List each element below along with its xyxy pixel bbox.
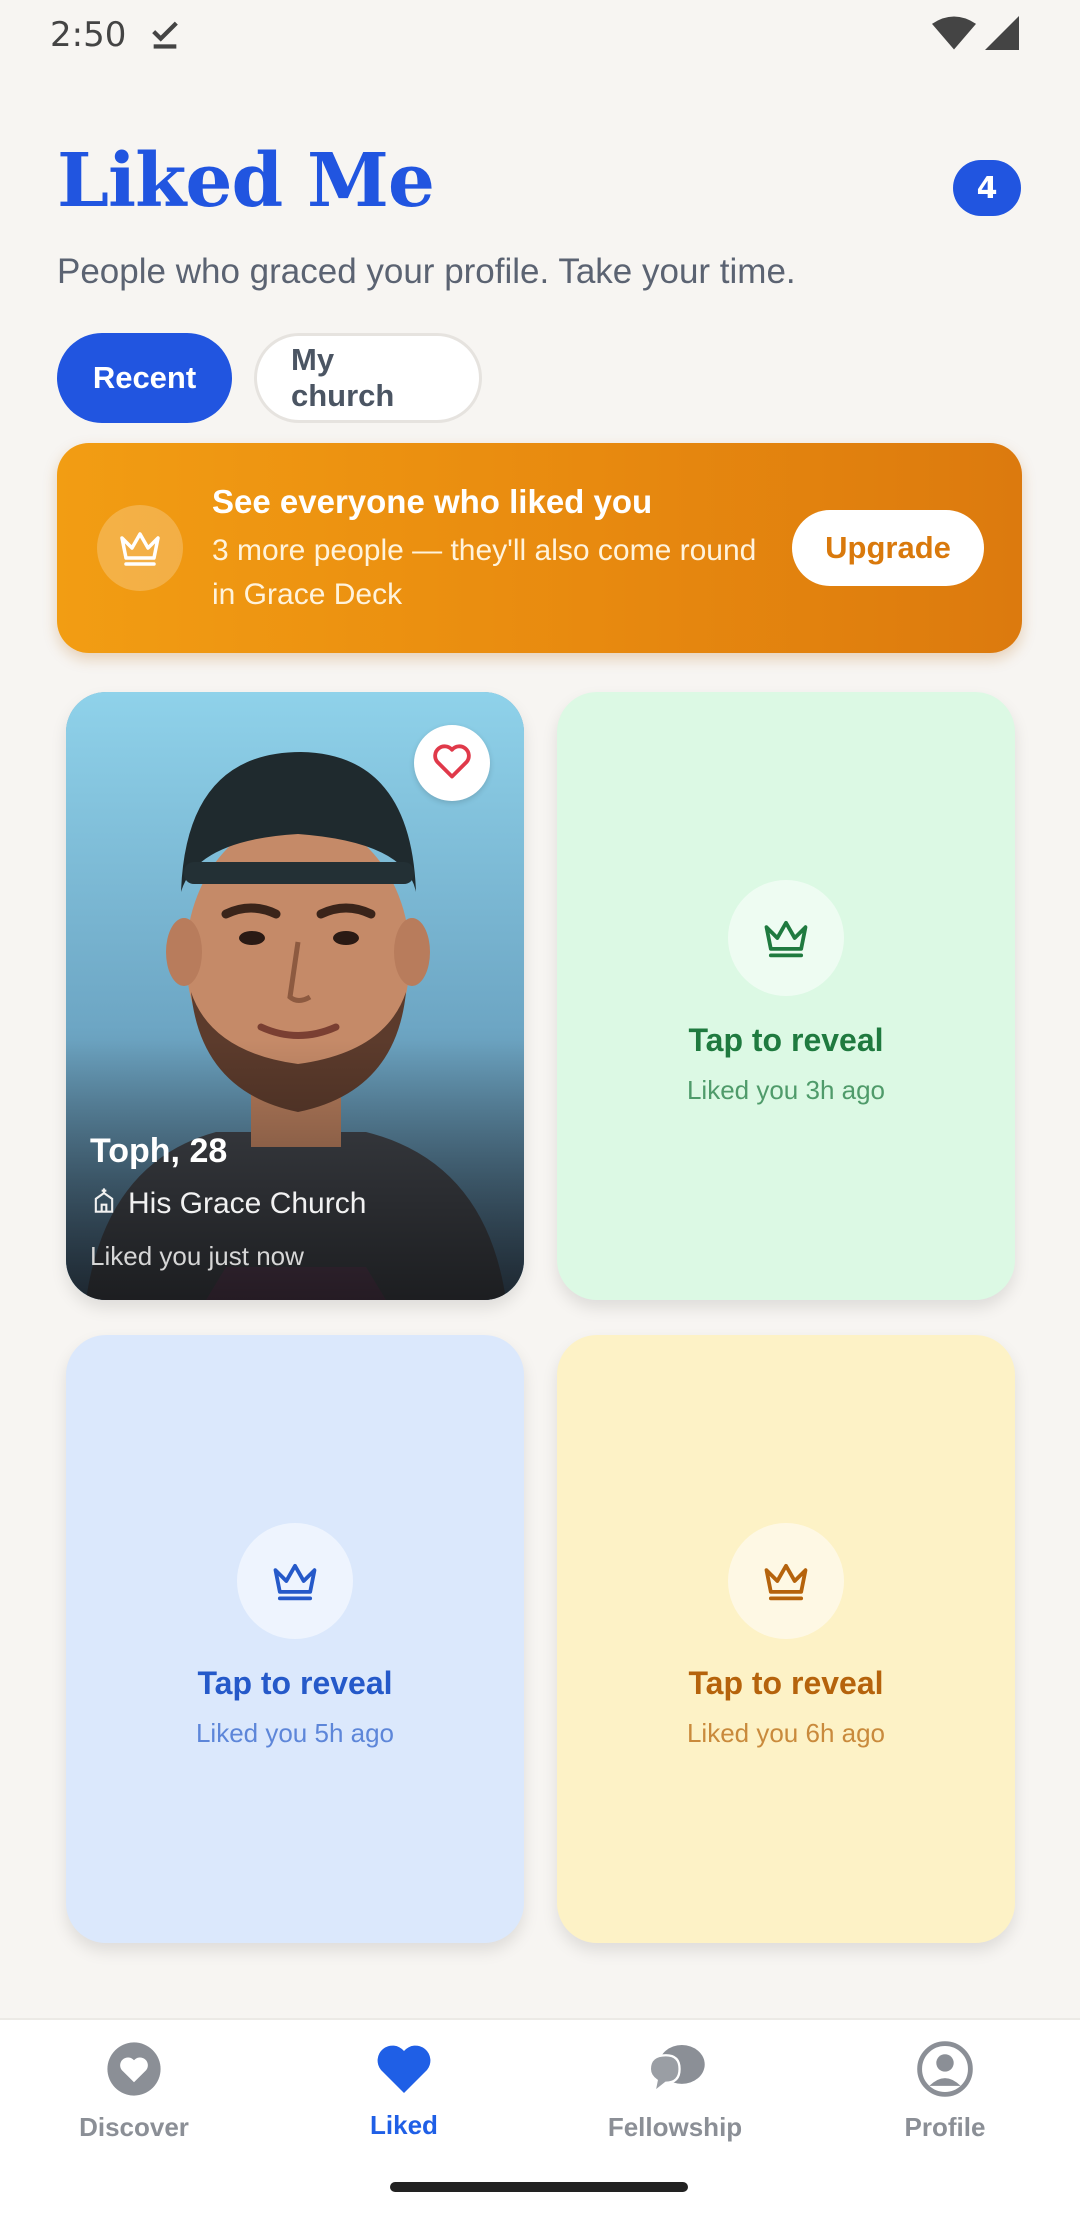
profile-card[interactable]: Toph, 28 His Grace Church Liked you just… bbox=[66, 692, 524, 1300]
profile-name: Toph, 28 bbox=[90, 1132, 228, 1170]
crown-icon bbox=[237, 1523, 353, 1639]
locked-card[interactable]: Tap to reveal Liked you 3h ago bbox=[557, 692, 1015, 1300]
wifi-icon bbox=[932, 16, 976, 54]
crown-icon bbox=[728, 1523, 844, 1639]
nav-fellowship[interactable]: Fellowship bbox=[575, 2040, 775, 2170]
nav-label: Profile bbox=[904, 2112, 986, 2142]
liked-time: Liked you 6h ago bbox=[686, 1718, 886, 1748]
church-icon bbox=[90, 1186, 118, 1222]
heart-icon bbox=[431, 742, 473, 784]
signal-icon bbox=[984, 16, 1020, 54]
tab-my-church[interactable]: My church bbox=[254, 333, 482, 423]
heart-circle-icon bbox=[105, 2040, 163, 2102]
chat-bubbles-icon bbox=[643, 2040, 707, 2102]
tap-to-reveal-label: Tap to reveal bbox=[197, 1665, 393, 1701]
tap-to-reveal-label: Tap to reveal bbox=[688, 1665, 884, 1701]
profile-church: His Grace Church bbox=[90, 1186, 366, 1222]
crown-icon bbox=[97, 505, 183, 591]
page-subtitle: People who graced your profile. Take you… bbox=[57, 252, 796, 291]
nav-profile[interactable]: Profile bbox=[845, 2040, 1045, 2170]
upgrade-button[interactable]: Upgrade bbox=[792, 510, 984, 586]
nav-discover[interactable]: Discover bbox=[34, 2040, 234, 2170]
liked-time: Liked you just now bbox=[90, 1241, 304, 1271]
heart-icon bbox=[374, 2040, 434, 2100]
likes-count-badge: 4 bbox=[953, 160, 1021, 216]
download-done-icon bbox=[148, 16, 182, 54]
status-time: 2:50 bbox=[50, 15, 127, 55]
crown-icon bbox=[728, 880, 844, 996]
nav-label: Discover bbox=[79, 2112, 189, 2142]
tap-to-reveal-label: Tap to reveal bbox=[688, 1022, 884, 1058]
nav-label: Fellowship bbox=[607, 2112, 743, 2142]
liked-time: Liked you 5h ago bbox=[195, 1718, 395, 1748]
upgrade-banner[interactable]: See everyone who liked you 3 more people… bbox=[57, 443, 1022, 653]
promo-title: See everyone who liked you bbox=[212, 483, 653, 520]
filter-tabs: Recent My church bbox=[57, 333, 482, 423]
church-name: His Grace Church bbox=[128, 1187, 367, 1220]
tab-recent[interactable]: Recent bbox=[57, 333, 232, 423]
locked-card[interactable]: Tap to reveal Liked you 6h ago bbox=[557, 1335, 1015, 1943]
nav-liked[interactable]: Liked bbox=[304, 2040, 504, 2170]
page-title: Liked Me bbox=[57, 138, 435, 224]
home-indicator[interactable] bbox=[390, 2182, 688, 2192]
liked-time: Liked you 3h ago bbox=[686, 1075, 886, 1105]
person-circle-icon bbox=[916, 2040, 974, 2102]
nav-label: Liked bbox=[370, 2110, 438, 2140]
locked-card[interactable]: Tap to reveal Liked you 5h ago bbox=[66, 1335, 524, 1943]
like-heart-button[interactable] bbox=[414, 725, 490, 801]
promo-text: 3 more people — they'll also come round … bbox=[212, 534, 757, 611]
status-bar: 2:50 bbox=[0, 0, 1080, 70]
